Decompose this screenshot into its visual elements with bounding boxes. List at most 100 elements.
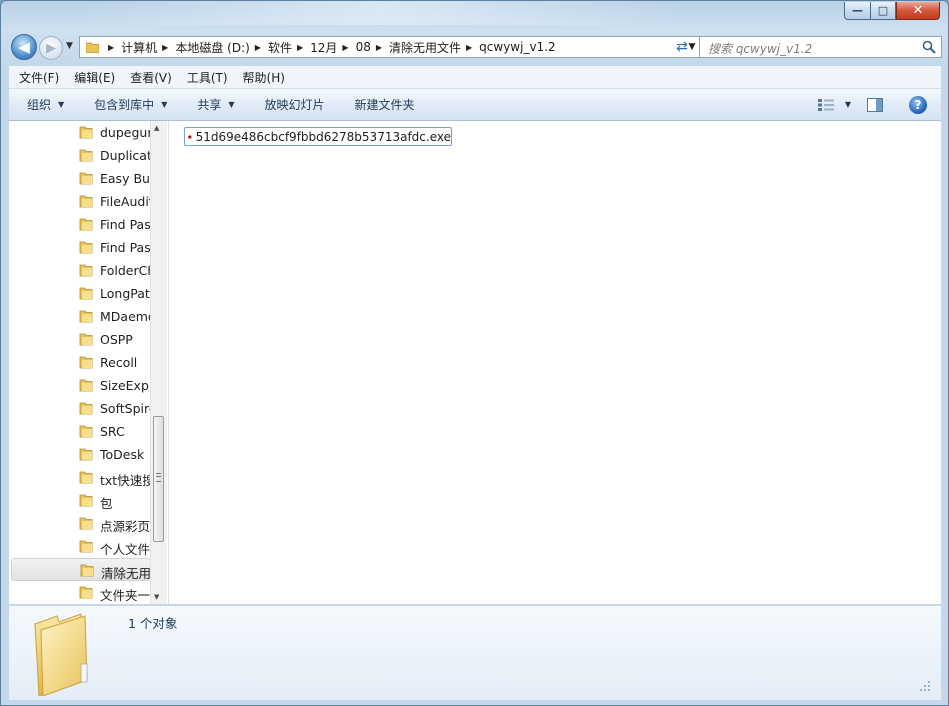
tree-item[interactable]: SRC (9, 420, 151, 443)
organize-button[interactable]: 组织 ▼ (9, 96, 76, 113)
chevron-right-icon[interactable]: ▶ (162, 43, 168, 52)
include-in-library-button[interactable]: 包含到库中 ▼ (76, 96, 179, 113)
tree-item[interactable]: FileAudit (9, 190, 151, 213)
folder-icon (79, 517, 93, 530)
command-bar: 组织 ▼ 包含到库中 ▼ 共享 ▼ 放映幻灯片 新建文件夹 ▼ ? (9, 89, 941, 121)
folder-icon (79, 379, 93, 392)
maximize-button[interactable]: □ (870, 2, 896, 20)
chevron-right-icon[interactable]: ▶ (376, 43, 382, 52)
file-name: 51d69e486cbcf9fbbd6278b53713afdc.exe (195, 129, 451, 144)
preview-pane-icon[interactable] (867, 97, 883, 112)
exe-icon (188, 134, 192, 139)
include-in-library-label: 包含到库中 (94, 98, 155, 112)
breadcrumb-08[interactable]: 08 (356, 40, 371, 54)
help-icon[interactable]: ? (909, 95, 927, 114)
scroll-up-arrow[interactable]: ▲ (154, 124, 159, 132)
tree-item[interactable]: 点源彩页 (9, 512, 151, 535)
folder-icon (79, 333, 93, 346)
address-bar[interactable]: ▶ 计算机 ▶ 本地磁盘 (D:) ▶ 软件 ▶ 12月 ▶ 08 ▶ 清除无用… (79, 36, 702, 58)
tree-item[interactable]: Easy But (9, 167, 151, 190)
chevron-right-icon[interactable]: ▶ (255, 43, 261, 52)
tree-item-label: Find Pass (100, 240, 151, 255)
tree-item[interactable]: ToDesk (9, 443, 151, 466)
share-label: 共享 (197, 98, 222, 112)
breadcrumb-drive-d[interactable]: 本地磁盘 (D:) (175, 39, 249, 56)
folder-icon (79, 241, 93, 254)
folder-icon (79, 471, 93, 484)
tree-item-label: FileAudit (100, 194, 151, 209)
folder-icon (79, 149, 93, 162)
navigation-scrollbar[interactable]: ▲ ▼ (150, 121, 167, 604)
close-button[interactable]: ✕ (896, 2, 940, 20)
chevron-right-icon[interactable]: ▶ (342, 43, 348, 52)
breadcrumb-computer[interactable]: 计算机 (121, 39, 157, 56)
tree-item-label: SRC (100, 424, 125, 439)
chevron-right-icon[interactable]: ▶ (108, 43, 114, 52)
folder-icon (79, 195, 93, 208)
tree-item[interactable]: OSPP (9, 328, 151, 351)
tree-item[interactable]: FolderCh (9, 259, 151, 282)
breadcrumb-cleanup-files[interactable]: 清除无用文件 (389, 39, 461, 56)
share-button[interactable]: 共享 ▼ (179, 96, 246, 113)
folder-icon (79, 310, 93, 323)
back-button[interactable]: ◀ (11, 34, 37, 60)
tree-item[interactable]: MDaemo (9, 305, 151, 328)
breadcrumb-qcwywj[interactable]: qcwywj_v1.2 (479, 40, 555, 54)
tree-item-label: 清除无用 (101, 566, 152, 581)
tree-item[interactable]: 文件夹一 (9, 581, 151, 604)
tree-item[interactable]: txt快速搜 (9, 466, 151, 489)
folder-icon (34, 613, 88, 696)
tree-item[interactable]: Find Pass (9, 236, 151, 259)
search-input[interactable]: 搜索 qcwywj_v1.2 (699, 36, 942, 58)
tree-item[interactable]: SoftSpire (9, 397, 151, 420)
item-count: 1 个对象 (128, 616, 178, 631)
breadcrumb-december[interactable]: 12月 (310, 39, 337, 56)
tree-item-label: Easy But (100, 171, 151, 186)
breadcrumb: ▶ 计算机 ▶ 本地磁盘 (D:) ▶ 软件 ▶ 12月 ▶ 08 ▶ 清除无用… (103, 39, 556, 56)
tree-item-label: dupegur (100, 125, 151, 140)
folder-icon (79, 425, 93, 438)
tree-item-label: 个人文件 (100, 542, 151, 557)
folder-icon (79, 172, 93, 185)
tree-item[interactable]: 个人文件 (9, 535, 151, 558)
view-options-icon[interactable] (817, 98, 835, 112)
tree-item[interactable]: dupegur (9, 121, 151, 144)
refresh-button[interactable]: ⇄ (671, 36, 693, 58)
tree-item-label: LongPath (100, 286, 151, 301)
search-placeholder: 搜索 qcwywj_v1.2 (708, 42, 813, 56)
tree-item-label: 点源彩页 (100, 519, 151, 534)
breadcrumb-software[interactable]: 软件 (268, 39, 292, 56)
caption-buttons: — □ ✕ (844, 2, 940, 20)
slideshow-button[interactable]: 放映幻灯片 (247, 96, 337, 113)
search-icon[interactable] (922, 40, 936, 54)
menu-file[interactable]: 文件(F) (9, 69, 64, 86)
forward-button[interactable]: ▶ (39, 36, 63, 60)
chevron-right-icon[interactable]: ▶ (297, 43, 303, 52)
tree-item[interactable]: LongPath (9, 282, 151, 305)
tree-item[interactable]: Find Pass (9, 213, 151, 236)
tree-item[interactable]: 清除无用 (11, 558, 151, 581)
new-folder-button[interactable]: 新建文件夹 (337, 96, 427, 113)
tree-item[interactable]: Recoll (9, 351, 151, 374)
tree-item[interactable]: 包 (9, 489, 151, 512)
tree-item-label: Find Pass (100, 217, 151, 232)
refresh-icon: ⇄ (676, 39, 688, 55)
tree-item-label: SizeExplo (100, 378, 151, 393)
menu-edit[interactable]: 编辑(E) (64, 69, 120, 86)
tree-item[interactable]: SizeExplo (9, 374, 151, 397)
file-item[interactable]: 51d69e486cbcf9fbbd6278b53713afdc.exe (184, 127, 452, 146)
resize-grip-icon[interactable] (919, 680, 931, 692)
menu-tools[interactable]: 工具(T) (177, 69, 233, 86)
menu-view[interactable]: 查看(V) (120, 69, 177, 86)
tree-item[interactable]: Duplicate (9, 144, 151, 167)
view-controls: ▼ ? (817, 89, 941, 120)
minimize-button[interactable]: — (844, 2, 870, 20)
tree-item-label: MDaemo (100, 309, 151, 324)
scroll-down-arrow[interactable]: ▼ (154, 593, 159, 601)
scrollbar-thumb[interactable] (153, 416, 164, 542)
recent-pages-dropdown[interactable]: ▼ (66, 41, 73, 51)
new-folder-label: 新建文件夹 (354, 98, 415, 112)
menu-help[interactable]: 帮助(H) (233, 69, 290, 86)
chevron-right-icon[interactable]: ▶ (466, 43, 472, 52)
view-dropdown-button[interactable]: ▼ (845, 100, 851, 109)
